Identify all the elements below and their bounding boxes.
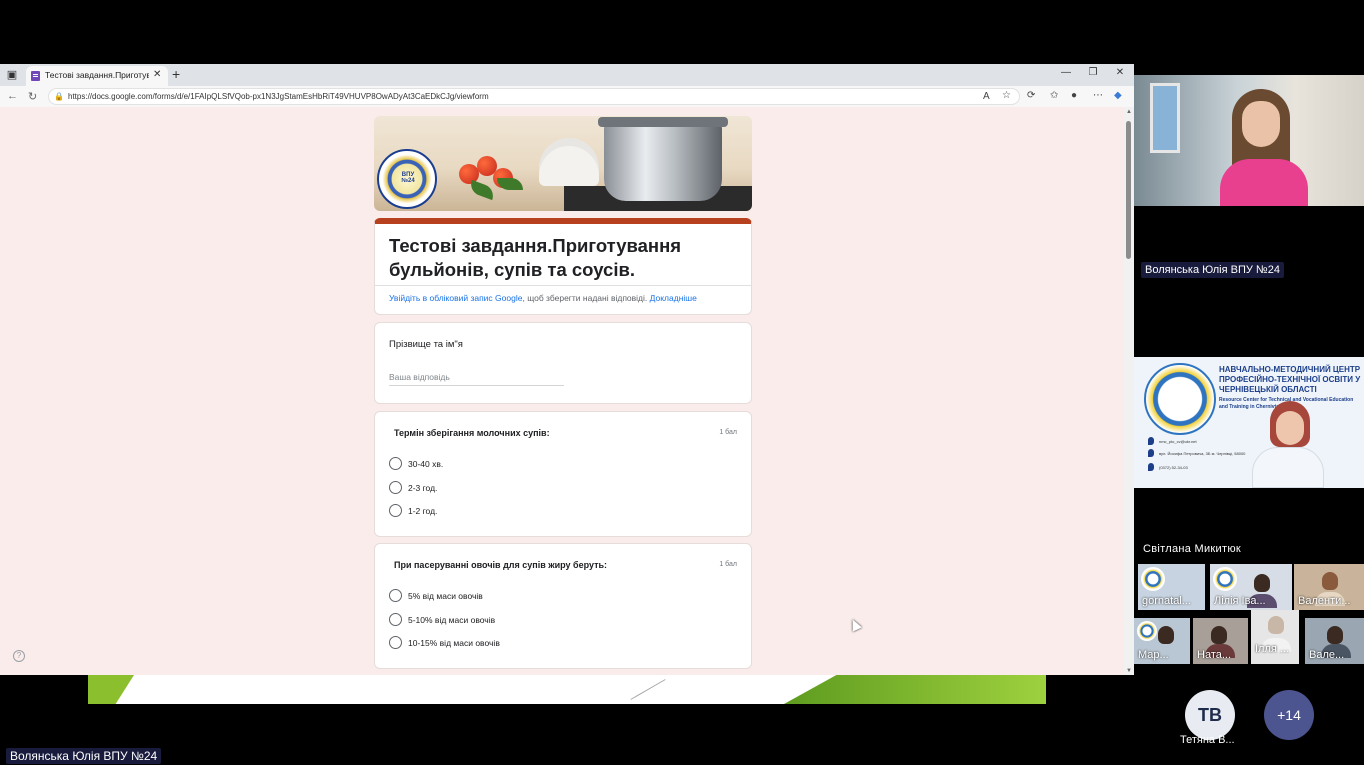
participant-thumbnail[interactable]: Валенти... xyxy=(1294,564,1364,610)
favorites-icon[interactable]: ✩ xyxy=(1050,90,1058,101)
divider xyxy=(375,285,751,286)
participant-avatar[interactable]: ТВ xyxy=(1185,690,1235,740)
help-icon[interactable]: ? xyxy=(13,650,25,662)
center-logo xyxy=(1144,363,1216,435)
radio-button[interactable] xyxy=(389,457,402,470)
question-points: 1 бал xyxy=(719,561,737,568)
sync-icon[interactable]: ⟳ xyxy=(1027,90,1035,101)
copilot-icon[interactable]: ◆ xyxy=(1114,90,1122,101)
question-title: При пасеруванні овочів для супів жиру бе… xyxy=(394,560,608,570)
phone-icon xyxy=(1148,463,1154,471)
presentation-slide-strip xyxy=(88,675,1046,704)
bowls-image xyxy=(539,146,599,186)
scroll-up-icon[interactable]: ▲ xyxy=(1126,109,1132,115)
question-points: 1 бал xyxy=(719,429,737,436)
slide-decoration xyxy=(630,679,666,700)
email-icon xyxy=(1148,437,1154,445)
scroll-thumb[interactable] xyxy=(1126,121,1131,259)
refresh-icon[interactable]: ↻ xyxy=(28,90,37,103)
tab-google-form[interactable]: Тестові завдання.Приготування ✕ xyxy=(26,66,168,86)
radio-button[interactable] xyxy=(389,636,402,649)
radio-button[interactable] xyxy=(389,613,402,626)
option-label[interactable]: 5-10% від маси овочів xyxy=(408,615,495,625)
participant-thumbnail[interactable]: Лілія Іва... xyxy=(1210,564,1292,610)
form-title: Тестові завдання.Приготування бульйонів,… xyxy=(389,235,682,280)
location-pin-icon xyxy=(1148,449,1154,457)
vegetables-image xyxy=(459,156,529,201)
option-label[interactable]: 5% від маси овочів xyxy=(408,591,483,601)
lock-icon[interactable]: 🔒 xyxy=(54,92,64,101)
pot-image xyxy=(598,117,728,201)
presenter-name-tag: Волянська Юлія ВПУ №24 xyxy=(6,748,162,764)
participant-thumbnail[interactable]: Ната... xyxy=(1193,618,1248,664)
school-logo: ВПУ №24 xyxy=(377,149,437,209)
participant-name-tag: Волянська Юлія ВПУ №24 xyxy=(1141,262,1284,278)
question-card-2: При пасеруванні овочів для супів жиру бе… xyxy=(374,543,752,669)
tab-close-button[interactable]: ✕ xyxy=(153,69,161,80)
participant-thumbnail[interactable]: Мар... xyxy=(1134,618,1190,664)
learn-more-link[interactable]: Докладніше xyxy=(650,293,697,303)
form-title-card: Тестові завдання.Приготування бульйонів,… xyxy=(374,218,752,315)
slide-decoration xyxy=(88,675,134,704)
center-logo-icon xyxy=(1141,567,1165,591)
participant-figure xyxy=(1220,89,1308,206)
participant-name: Тетяна В... xyxy=(1180,734,1235,746)
option-label[interactable]: 1-2 год. xyxy=(408,506,437,516)
scroll-down-icon[interactable]: ▼ xyxy=(1126,668,1132,674)
form-header-image: ВПУ №24 xyxy=(374,116,752,211)
address-toolbar: ← ↻ 🔒 https://docs.google.com/forms/d/e/… xyxy=(0,86,1134,107)
favorite-star-icon[interactable]: ☆ xyxy=(1002,90,1011,101)
participant-name: Світлана Микитюк xyxy=(1143,543,1241,555)
signin-notice: Увійдіть в обліковий запис Google, щоб з… xyxy=(389,293,697,303)
address-bar[interactable]: 🔒 https://docs.google.com/forms/d/e/1FAI… xyxy=(48,88,1020,105)
name-input[interactable]: Ваша відповідь xyxy=(389,370,564,386)
center-logo-icon xyxy=(1137,621,1157,641)
question-title: Термін зберігання молочних супів: xyxy=(394,428,550,438)
url-text[interactable]: https://docs.google.com/forms/d/e/1FAIpQ… xyxy=(68,92,489,101)
question-label: Прізвище та ім"я xyxy=(389,339,463,350)
close-window-button[interactable]: ✕ xyxy=(1112,67,1128,78)
google-forms-icon xyxy=(31,71,40,81)
center-logo-icon xyxy=(1213,567,1237,591)
browser-window: ▣ Тестові завдання.Приготування ✕ + — ❐ … xyxy=(0,64,1134,675)
radio-button[interactable] xyxy=(389,504,402,517)
screen: ▣ Тестові завдання.Приготування ✕ + — ❐ … xyxy=(0,0,1364,765)
participant-figure xyxy=(1252,401,1324,488)
option-label[interactable]: 30-40 хв. xyxy=(408,459,443,469)
back-icon[interactable]: ← xyxy=(7,90,18,102)
profile-icon[interactable]: ● xyxy=(1071,90,1077,101)
tab-title: Тестові завдання.Приготування xyxy=(45,70,149,80)
restore-button[interactable]: ❐ xyxy=(1085,67,1101,78)
mouse-cursor-icon xyxy=(848,617,862,632)
more-participants-button[interactable]: +14 xyxy=(1264,690,1314,740)
question-card-1: Термін зберігання молочних супів: 1 бал … xyxy=(374,411,752,537)
page-scrollbar[interactable]: ▲ ▼ xyxy=(1124,107,1134,675)
window-background xyxy=(1150,83,1180,153)
signin-link[interactable]: Увійдіть в обліковий запис Google xyxy=(389,293,522,303)
participant-thumbnail[interactable]: Ілля ... xyxy=(1251,610,1299,664)
option-label[interactable]: 10-15% від маси овочів xyxy=(408,638,500,648)
slide-decoration xyxy=(784,675,1046,704)
center-title: НАВЧАЛЬНО-МЕТОДИЧНИЙ ЦЕНТР ПРОФЕСІЙНО-ТЕ… xyxy=(1219,365,1361,394)
minimize-button[interactable]: — xyxy=(1058,67,1074,78)
radio-button[interactable] xyxy=(389,481,402,494)
participant-video-center[interactable]: НАВЧАЛЬНО-МЕТОДИЧНИЙ ЦЕНТР ПРОФЕСІЙНО-ТЕ… xyxy=(1134,357,1364,488)
new-tab-button[interactable]: + xyxy=(172,66,180,82)
more-menu-icon[interactable]: ⋯ xyxy=(1093,90,1103,101)
read-aloud-icon[interactable]: A xyxy=(983,91,990,102)
page-viewport: ВПУ №24 Тестові завдання.Приготування бу… xyxy=(0,107,1124,675)
radio-button[interactable] xyxy=(389,589,402,602)
tab-actions-icon[interactable]: ▣ xyxy=(5,68,19,82)
participant-thumbnail[interactable]: gornatal... xyxy=(1138,564,1205,610)
participant-video-main[interactable] xyxy=(1134,75,1364,206)
option-label[interactable]: 2-3 год. xyxy=(408,483,437,493)
tab-bar: ▣ Тестові завдання.Приготування ✕ + — ❐ … xyxy=(0,64,1134,86)
participant-thumbnail[interactable]: Вале... xyxy=(1305,618,1364,664)
question-card-name: Прізвище та ім"я Ваша відповідь xyxy=(374,322,752,404)
